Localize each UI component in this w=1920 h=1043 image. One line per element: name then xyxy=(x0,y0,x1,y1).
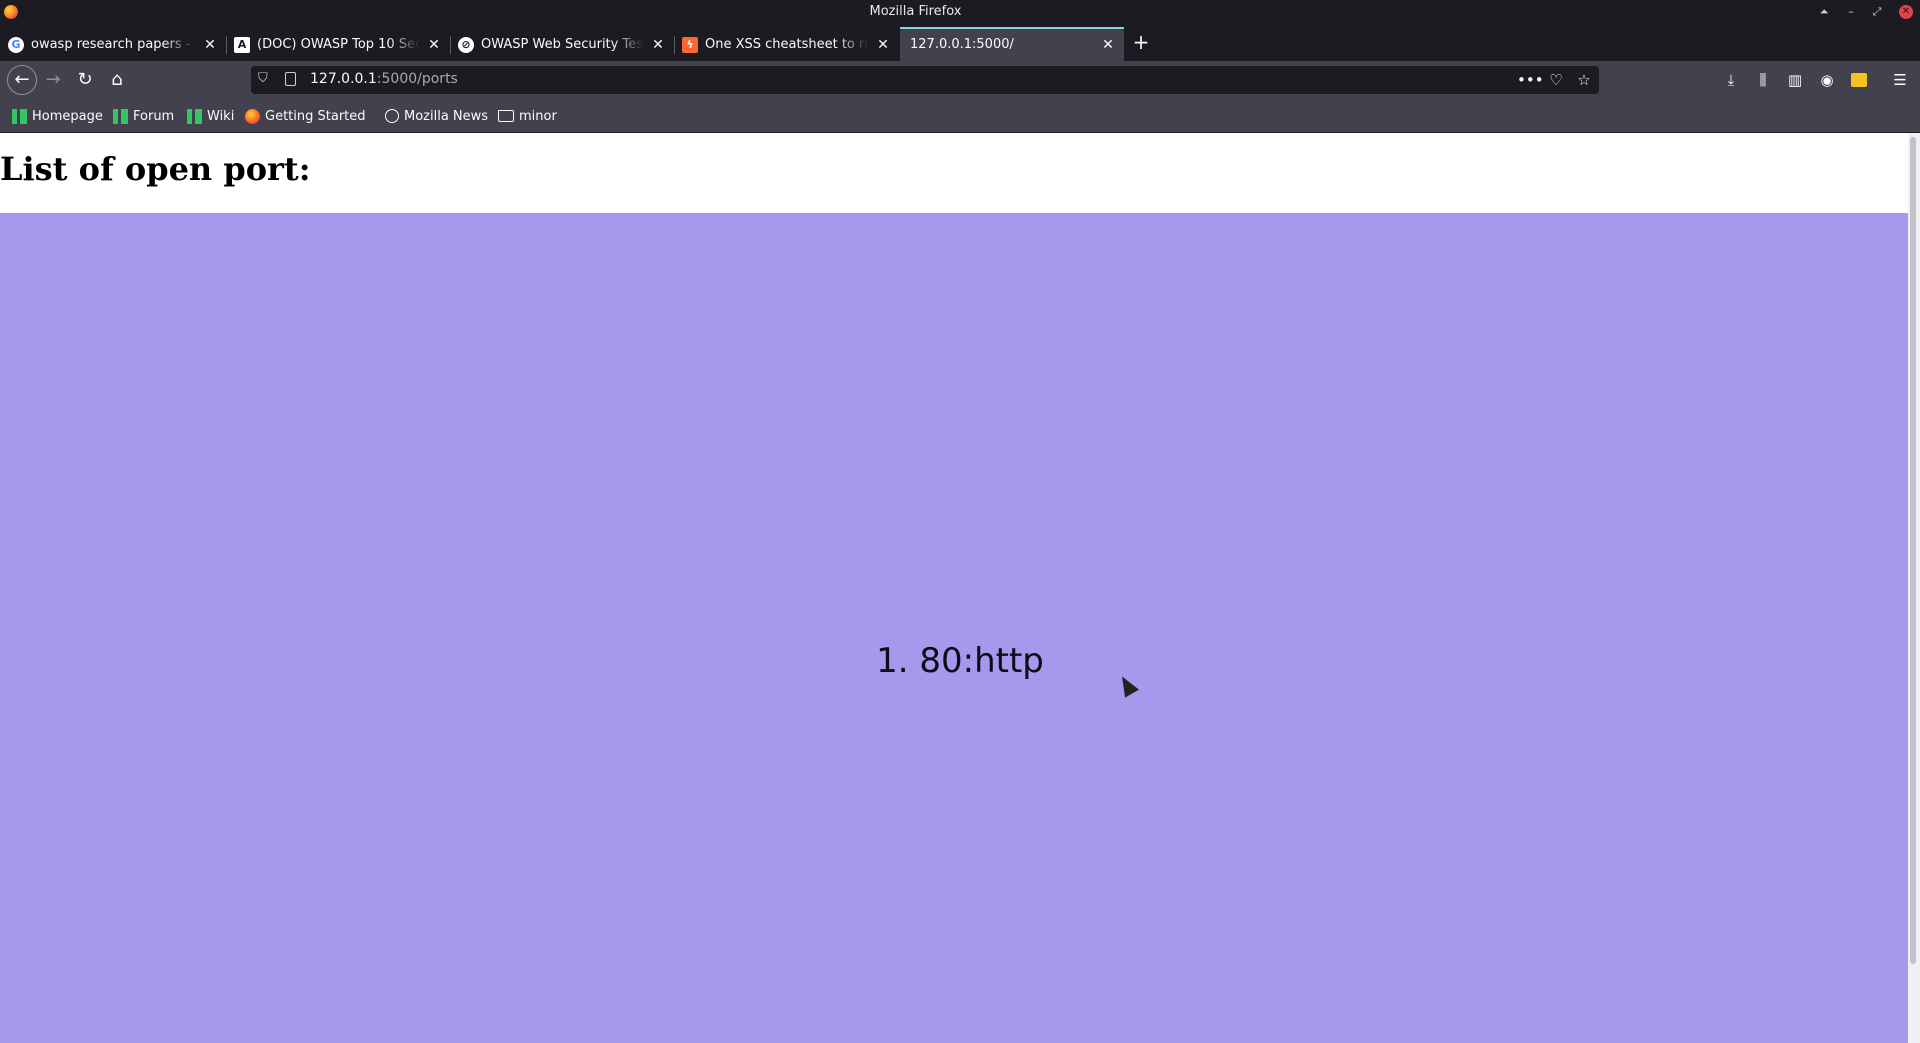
close-tab-icon[interactable]: ✕ xyxy=(875,37,891,53)
minimize-button[interactable]: – xyxy=(1842,3,1860,21)
tab-owasp-research[interactable]: G owasp research papers - G ✕ xyxy=(0,28,227,61)
tab-label: One XSS cheatsheet to rule xyxy=(705,37,869,52)
downloads-icon[interactable]: ⤓ xyxy=(1721,70,1741,90)
vertical-scrollbar[interactable] xyxy=(1908,133,1920,1043)
library-icon[interactable]: ⫼ xyxy=(1753,70,1773,90)
close-tab-icon[interactable]: ✕ xyxy=(650,37,666,53)
maximize-button[interactable]: ⤢ xyxy=(1868,3,1886,21)
bookmark-getting-started[interactable]: Getting Started xyxy=(245,107,366,125)
tab-xss-cheatsheet[interactable]: ϟ One XSS cheatsheet to rule ✕ xyxy=(674,28,899,61)
tracking-protection-shield-icon[interactable]: ⛉ xyxy=(258,71,272,87)
tab-label: owasp research papers - G xyxy=(31,37,196,52)
extension-icon[interactable] xyxy=(1851,73,1867,87)
url-text[interactable]: 127.0.0.1:5000/ports xyxy=(310,71,458,87)
bookmark-forum[interactable]: Forum xyxy=(113,107,174,125)
bookmark-wiki[interactable]: Wiki xyxy=(187,107,234,125)
bookmark-folder-minor[interactable]: minor xyxy=(498,107,557,125)
window-title: Mozilla Firefox xyxy=(869,4,962,19)
port-list-item: 1. 80:http xyxy=(876,641,1044,681)
globe-icon xyxy=(385,109,399,123)
home-button[interactable]: ⌂ xyxy=(106,69,128,91)
keep-above-icon[interactable]: ⏶ xyxy=(1815,3,1833,21)
tab-owasp-testing[interactable]: ⊘ OWASP Web Security Testi ✕ xyxy=(450,28,675,61)
bookmarks-toolbar: Homepage Forum Wiki Getting Started Mozi… xyxy=(0,99,1920,133)
close-tab-icon[interactable]: ✕ xyxy=(202,37,218,53)
bookmark-label: Forum xyxy=(133,108,175,124)
portswigger-icon: ϟ xyxy=(682,36,698,53)
tab-label: (DOC) OWASP Top 10 Secu xyxy=(257,37,420,52)
forward-button[interactable]: → xyxy=(42,69,64,91)
tab-localhost[interactable]: 127.0.0.1:5000/ ✕ xyxy=(900,27,1124,61)
bookmark-label: Getting Started xyxy=(265,108,366,124)
tab-strip: G owasp research papers - G ✕ A (DOC) OW… xyxy=(0,24,1920,61)
page-info-icon[interactable] xyxy=(285,72,296,86)
bookmark-star-icon[interactable]: ☆ xyxy=(1574,70,1594,90)
manjaro-icon xyxy=(187,108,202,124)
navigation-toolbar: ← → ↻ ⌂ ⛉ 127.0.0.1:5000/ports ••• ♡ ☆ ⤓… xyxy=(0,61,1920,99)
ports-panel: 1. 80:http xyxy=(0,213,1908,1043)
back-button[interactable]: ← xyxy=(7,65,37,95)
bookmark-label: Homepage xyxy=(32,108,103,124)
bookmark-label: minor xyxy=(519,108,557,124)
google-icon: G xyxy=(8,36,24,53)
bookmark-mozilla-news[interactable]: Mozilla News xyxy=(385,107,488,125)
bookmark-label: Wiki xyxy=(207,108,235,124)
reload-button[interactable]: ↻ xyxy=(74,69,96,91)
scrollbar-thumb[interactable] xyxy=(1910,137,1916,964)
academia-icon: A xyxy=(234,36,250,53)
owasp-icon: ⊘ xyxy=(458,36,474,53)
firefox-icon xyxy=(245,108,260,124)
close-tab-icon[interactable]: ✕ xyxy=(426,37,442,53)
url-bar[interactable]: ⛉ 127.0.0.1:5000/ports ••• ♡ ☆ xyxy=(251,66,1599,94)
tab-label: 127.0.0.1:5000/ xyxy=(910,37,1014,52)
manjaro-icon xyxy=(113,108,128,124)
title-bar: Mozilla Firefox ⏶ – ⤢ ✕ xyxy=(0,0,1920,24)
bookmark-homepage[interactable]: Homepage xyxy=(12,107,103,125)
tab-owasp-top10[interactable]: A (DOC) OWASP Top 10 Secu ✕ xyxy=(226,28,451,61)
port-list: 1. 80:http xyxy=(0,641,1920,681)
tab-label: OWASP Web Security Testi xyxy=(481,37,644,52)
pocket-icon[interactable]: ♡ xyxy=(1546,70,1566,90)
manjaro-icon xyxy=(12,108,27,124)
menu-icon[interactable]: ☰ xyxy=(1890,70,1910,90)
page-heading: List of open port: xyxy=(0,150,311,188)
sidebar-icon[interactable]: ▥ xyxy=(1785,70,1805,90)
new-tab-button[interactable]: + xyxy=(1131,32,1151,52)
folder-icon xyxy=(498,110,514,122)
page-actions-icon[interactable]: ••• xyxy=(1517,70,1544,90)
close-tab-icon[interactable]: ✕ xyxy=(1100,37,1116,53)
bookmark-label: Mozilla News xyxy=(404,108,489,124)
close-window-button[interactable]: ✕ xyxy=(1899,5,1913,19)
account-icon[interactable]: ◉ xyxy=(1817,70,1837,90)
